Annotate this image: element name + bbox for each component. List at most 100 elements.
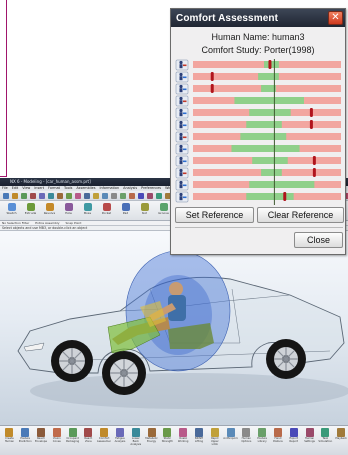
toolbar-tool-icon[interactable] (48, 192, 54, 199)
comfort-range-band (249, 109, 291, 116)
human-tool-button[interactable]: Human Options (239, 428, 254, 455)
ribbon-button-pad[interactable]: Pad (117, 203, 134, 220)
human-tool-icon (289, 428, 298, 437)
human-tool-button[interactable]: Metabolic Energy (144, 428, 159, 455)
joint-icon-highlight (183, 64, 187, 67)
selection-filter-dropdown[interactable]: Entire Assembly (35, 221, 59, 225)
ribbon-button-sketch[interactable]: Sketch (3, 203, 20, 220)
human-tool-button[interactable]: Ovako Working (176, 428, 191, 455)
back-wheel-right (266, 339, 306, 379)
toolbar-tool-icon[interactable] (39, 192, 45, 199)
human-figure-icon (175, 107, 189, 119)
toolbar-tool-icon[interactable] (129, 192, 135, 199)
human-tool-button[interactable]: Reach Zone (81, 428, 96, 455)
feature-tool-icon (83, 203, 92, 211)
menu-item-preferences[interactable]: Preferences (141, 186, 161, 191)
human-tool-button[interactable]: Comfort Assessment (97, 428, 112, 455)
menu-item-format[interactable]: Format (48, 186, 60, 191)
menu-item-file[interactable]: File (2, 186, 8, 191)
front-wheel (51, 340, 93, 382)
joint-icon-head (179, 192, 183, 197)
toolbar-tool-icon[interactable] (21, 192, 27, 199)
human-tool-button[interactable]: Lower Back Analysis (128, 428, 143, 455)
toolbar-tool-icon[interactable] (147, 192, 153, 199)
toolbar-tool-icon[interactable] (102, 192, 108, 199)
joint-icon-body (179, 100, 183, 105)
posture-marker (268, 60, 272, 69)
human-tool-button[interactable]: Human Settings (302, 428, 317, 455)
toolbar-tool-icon[interactable] (12, 192, 18, 199)
clear-reference-button[interactable]: Clear Reference (257, 207, 344, 223)
ribbon-button-label: Boss (83, 211, 92, 215)
human-tool-icon (258, 428, 267, 437)
toolbar-tool-icon[interactable] (111, 192, 117, 199)
human-tool-icon (273, 428, 282, 437)
joint-icon-highlight (183, 196, 187, 199)
toolbar-tool-icon[interactable] (138, 192, 144, 199)
human-tool-label: Anthropometry (223, 437, 238, 440)
human-tool-button[interactable]: Playback (334, 428, 348, 455)
menu-item-insert[interactable]: Insert (34, 186, 44, 191)
human-tool-button[interactable]: Anthropometry (223, 428, 238, 455)
human-tool-button[interactable]: Occupant Packaging (65, 428, 80, 455)
human-figure-icon (175, 191, 189, 203)
toolbar-tool-icon[interactable] (57, 192, 63, 199)
toolbar-tool-icon[interactable] (93, 192, 99, 199)
dialog-titlebar[interactable]: Comfort Assessment (171, 9, 345, 27)
ribbon-button-revolve[interactable]: Revolve (41, 203, 58, 220)
ribbon-button-slot[interactable]: Slot (136, 203, 153, 220)
ribbon-button-pocket[interactable]: Pocket (98, 203, 115, 220)
ribbon-button-label: Groove (158, 211, 169, 215)
human-tool-button[interactable]: Task Simulation (318, 428, 333, 455)
menu-item-view[interactable]: View (22, 186, 30, 191)
toolbar-tool-icon[interactable] (66, 192, 72, 199)
joint-icon-body (179, 112, 183, 117)
toolbar-tool-icon[interactable] (75, 192, 81, 199)
joint-icon-body (179, 196, 183, 201)
human-tool-button[interactable]: Fatigue Analysis (113, 428, 128, 455)
human-figure-icon (175, 155, 189, 167)
toolbar-tool-icon[interactable] (84, 192, 90, 199)
toolbar-tool-icon[interactable] (3, 192, 9, 199)
human-tool-button[interactable]: Reach Envelope (34, 428, 49, 455)
joint-icon-head (179, 108, 183, 113)
ribbon-button-label: Extrude (24, 211, 37, 215)
human-tool-button[interactable]: Static Strength (160, 428, 175, 455)
menu-item-tools[interactable]: Tools (64, 186, 72, 191)
ribbon-button-extrude[interactable]: Extrude (22, 203, 39, 220)
graphics-viewport[interactable] (0, 231, 348, 425)
human-tool-button[interactable]: Rapid Upper Limb (207, 428, 222, 455)
joint-icon-highlight (183, 148, 187, 151)
menu-item-analysis[interactable]: Analysis (123, 186, 137, 191)
joint-icon-highlight (183, 88, 187, 91)
human-tool-button[interactable]: Posture Prediction (18, 428, 33, 455)
joint-icon-head (179, 96, 183, 101)
posture-marker (210, 84, 214, 93)
toolbar-tool-icon[interactable] (30, 192, 36, 199)
human-tool-button[interactable]: NIOSH Lifting (192, 428, 207, 455)
selection-filter-dropdown[interactable]: No Selection Filter (2, 221, 29, 225)
comfort-range-band (252, 157, 288, 164)
human-tool-button[interactable]: Vision Cones (49, 428, 64, 455)
human-tool-label: Rapid Upper Limb (210, 437, 219, 447)
menu-item-edit[interactable]: Edit (12, 186, 19, 191)
human-tool-icon (226, 428, 235, 437)
joint-icon-body (179, 76, 183, 81)
human-tool-label: Lower Back Analysis (130, 437, 142, 447)
feature-tool-icon (7, 203, 16, 211)
close-button[interactable]: Close (294, 232, 343, 248)
human-figure-icon (175, 179, 189, 191)
menu-item-assemblies[interactable]: Assemblies (76, 186, 95, 191)
set-reference-button[interactable]: Set Reference (175, 207, 254, 223)
selection-filter-dropdown[interactable]: Snap Point (65, 221, 81, 225)
toolbar-tool-icon[interactable] (156, 192, 162, 199)
human-tool-button[interactable]: Export Report (286, 428, 301, 455)
ribbon-button-hole[interactable]: Hole (60, 203, 77, 220)
toolbar-tool-icon[interactable] (120, 192, 126, 199)
close-icon[interactable]: ✕ (328, 11, 343, 25)
human-tool-button[interactable]: Hand Posture (271, 428, 286, 455)
human-tool-button[interactable]: Create Human (2, 428, 17, 455)
menu-item-information[interactable]: Information (100, 186, 120, 191)
human-tool-button[interactable]: Posture Library (255, 428, 270, 455)
ribbon-button-boss[interactable]: Boss (79, 203, 96, 220)
